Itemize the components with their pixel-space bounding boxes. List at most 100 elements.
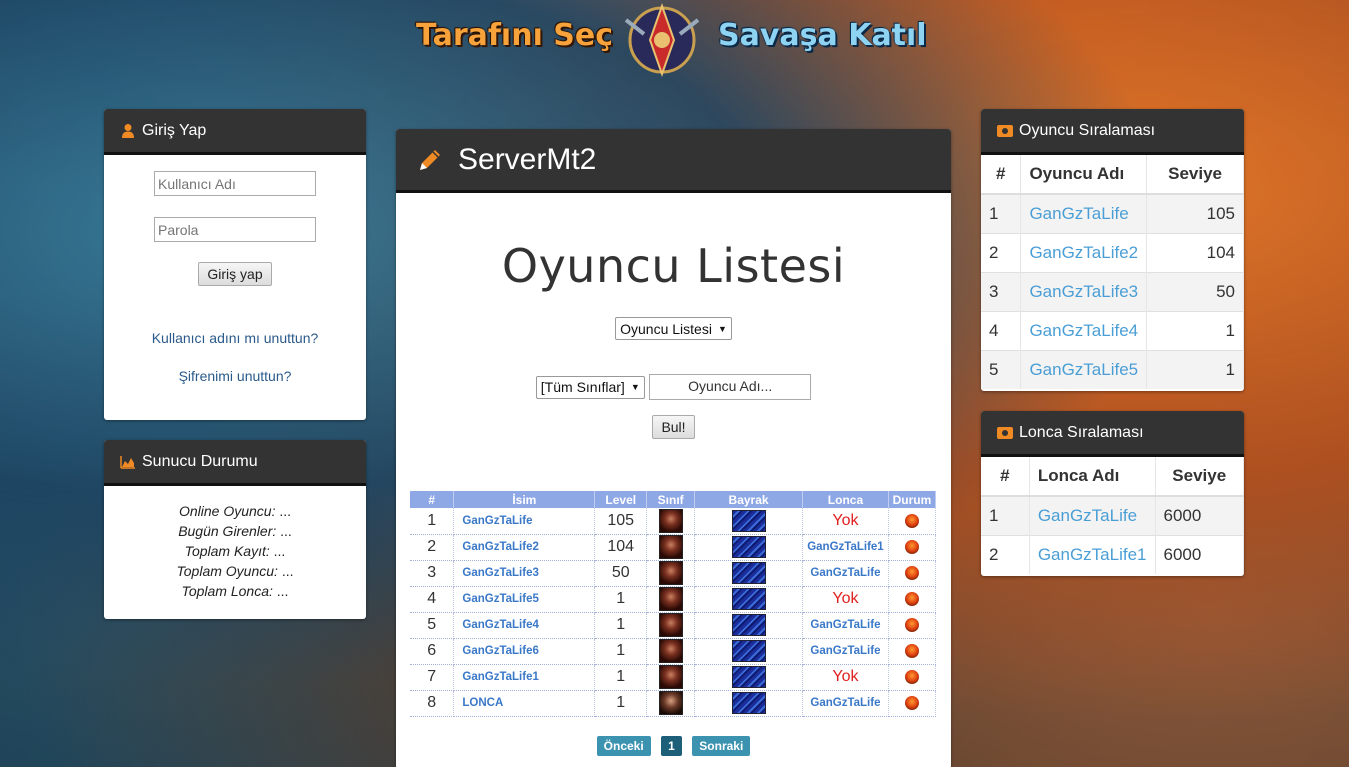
class-cell	[646, 508, 696, 535]
player-ranking-table: # Oyuncu Adı Seviye 1 GanGzTaLife 105 2 GanG…	[981, 155, 1244, 389]
status-cell	[888, 638, 937, 665]
next-page-button[interactable]: Sonraki	[692, 736, 751, 756]
status-row: Online Oyuncu: ...	[178, 503, 292, 519]
class-cell	[646, 586, 696, 613]
level-cell: 1	[594, 612, 648, 639]
player-name-link[interactable]: GanGzTaLife6	[453, 638, 596, 665]
name-link[interactable]: GanGzTaLife1	[1029, 534, 1156, 574]
name-link[interactable]: GanGzTaLife3	[1020, 271, 1148, 311]
status-title: Sunucu Durumu	[142, 452, 258, 470]
player-name-link[interactable]: GanGzTaLife5	[453, 586, 596, 613]
table-row: 4 GanGzTaLife4 1	[981, 310, 1244, 350]
guild-cell[interactable]: GanGzTaLife	[802, 638, 889, 665]
col-guild: Lonca	[802, 491, 889, 508]
table-row: 2 GanGzTaLife2 104	[981, 232, 1244, 272]
name-link[interactable]: GanGzTaLife5	[1020, 349, 1148, 389]
forgot-username-link[interactable]: Kullanıcı adını mı unuttun?	[104, 330, 366, 346]
guild-cell[interactable]: GanGzTaLife	[802, 612, 889, 639]
money-icon	[997, 426, 1013, 439]
page-number-button[interactable]: 1	[661, 736, 682, 756]
main-content-panel: ServerMt2 Oyuncu Listesi Oyuncu Listesi ▼…	[396, 129, 951, 767]
empire-flag-icon	[731, 666, 766, 688]
rank-cell: 3	[410, 560, 455, 587]
password-field[interactable]	[154, 217, 316, 242]
table-row: 1 GanGzTaLife 105 Yok	[410, 508, 937, 535]
rank-cell: 7	[410, 664, 455, 691]
guild-cell[interactable]: GanGzTaLife	[802, 560, 889, 587]
offline-status-icon	[904, 592, 919, 606]
class-cell	[646, 560, 696, 587]
class-cell	[646, 612, 696, 639]
rank-cell: 6	[410, 638, 455, 665]
pencil-icon	[420, 149, 440, 170]
table-row: 2 GanGzTaLife1 6000	[981, 534, 1244, 574]
player-name-link[interactable]: GanGzTaLife1	[453, 664, 596, 691]
player-name-link[interactable]: GanGzTaLife4	[453, 612, 596, 639]
table-header-row: # Oyuncu Adı Seviye	[981, 155, 1244, 195]
flag-cell	[694, 586, 803, 613]
status-row: Toplam Kayıt: ...	[184, 543, 286, 559]
flag-cell	[694, 690, 803, 717]
level-cell: 6000	[1155, 495, 1244, 535]
pagination: Önceki 1 Sonraki	[396, 736, 951, 756]
empire-flag-icon	[731, 562, 766, 584]
player-ranking-header: Oyuncu Sıralaması	[981, 109, 1244, 155]
username-field[interactable]	[154, 171, 316, 196]
server-name: ServerMt2	[458, 142, 597, 176]
prev-page-button[interactable]: Önceki	[596, 736, 651, 756]
emblem-logo	[624, 2, 700, 78]
status-row: Toplam Lonca: ...	[181, 583, 289, 599]
rank-cell: 2	[981, 534, 1030, 574]
empire-flag-icon	[731, 640, 766, 662]
col-rank: #	[981, 457, 1030, 497]
rank-cell: 4	[981, 310, 1022, 350]
col-rank: #	[981, 155, 1022, 195]
level-cell: 1	[594, 638, 648, 665]
class-filter-select[interactable]: [Tüm Sınıflar] ▼	[535, 375, 645, 399]
level-cell: 104	[1146, 232, 1244, 272]
table-header-row: # İsim Level Sınıf Bayrak Lonca Durum	[410, 491, 937, 508]
login-title: Giriş Yap	[142, 121, 207, 139]
player-ranking-panel: Oyuncu Sıralaması # Oyuncu Adı Seviye 1G…	[981, 109, 1244, 391]
player-name-link[interactable]: LONCA	[453, 690, 596, 717]
rank-cell: 4	[410, 586, 455, 613]
user-icon	[122, 123, 134, 138]
list-type-select[interactable]: Oyuncu Listesi ▼	[615, 317, 732, 340]
banner-left-text: Tarafını Seç	[416, 18, 614, 53]
table-row: 5 GanGzTaLife4 1 GanGzTaLife	[410, 612, 937, 639]
search-button[interactable]: Bul!	[652, 415, 695, 439]
col-rank: #	[410, 491, 455, 508]
class-avatar-icon	[658, 613, 683, 637]
guild-ranking-title: Lonca Sıralaması	[1019, 423, 1144, 441]
name-link[interactable]: GanGzTaLife	[1020, 193, 1148, 233]
level-cell: 1	[594, 586, 648, 613]
name-link[interactable]: GanGzTaLife	[1029, 495, 1156, 535]
offline-status-icon	[904, 644, 919, 658]
flag-cell	[694, 534, 803, 561]
table-row: 8 LONCA 1 GanGzTaLife	[410, 690, 937, 717]
rank-cell: 5	[410, 612, 455, 639]
forgot-password-link[interactable]: Şifrenimi unuttun?	[104, 368, 366, 384]
login-header: Giriş Yap	[104, 109, 366, 155]
guild-cell[interactable]: GanGzTaLife1	[802, 534, 889, 561]
col-level: Seviye	[1155, 457, 1244, 497]
player-search-input[interactable]: Oyuncu Adı...	[649, 374, 812, 400]
flag-cell	[694, 508, 803, 535]
login-button[interactable]: Giriş yap	[198, 262, 272, 286]
class-avatar-icon	[658, 587, 683, 611]
money-icon	[997, 124, 1013, 137]
player-name-link[interactable]: GanGzTaLife	[453, 508, 596, 535]
class-avatar-icon	[658, 561, 683, 585]
guild-cell: Yok	[802, 586, 889, 613]
player-name-link[interactable]: GanGzTaLife3	[453, 560, 596, 587]
table-header-row: # Lonca Adı Seviye	[981, 457, 1244, 497]
player-name-link[interactable]: GanGzTaLife2	[453, 534, 596, 561]
name-link[interactable]: GanGzTaLife2	[1020, 232, 1148, 272]
col-flag: Bayrak	[694, 491, 803, 508]
guild-ranking-panel: Lonca Sıralaması # Lonca Adı Seviye 1 Gan…	[981, 411, 1244, 576]
player-table: # İsim Level Sınıf Bayrak Lonca Durum 1G…	[410, 491, 937, 717]
guild-cell[interactable]: GanGzTaLife	[802, 690, 889, 717]
name-link[interactable]: GanGzTaLife4	[1020, 310, 1148, 350]
level-cell: 6000	[1155, 534, 1244, 574]
col-name: İsim	[453, 491, 596, 508]
